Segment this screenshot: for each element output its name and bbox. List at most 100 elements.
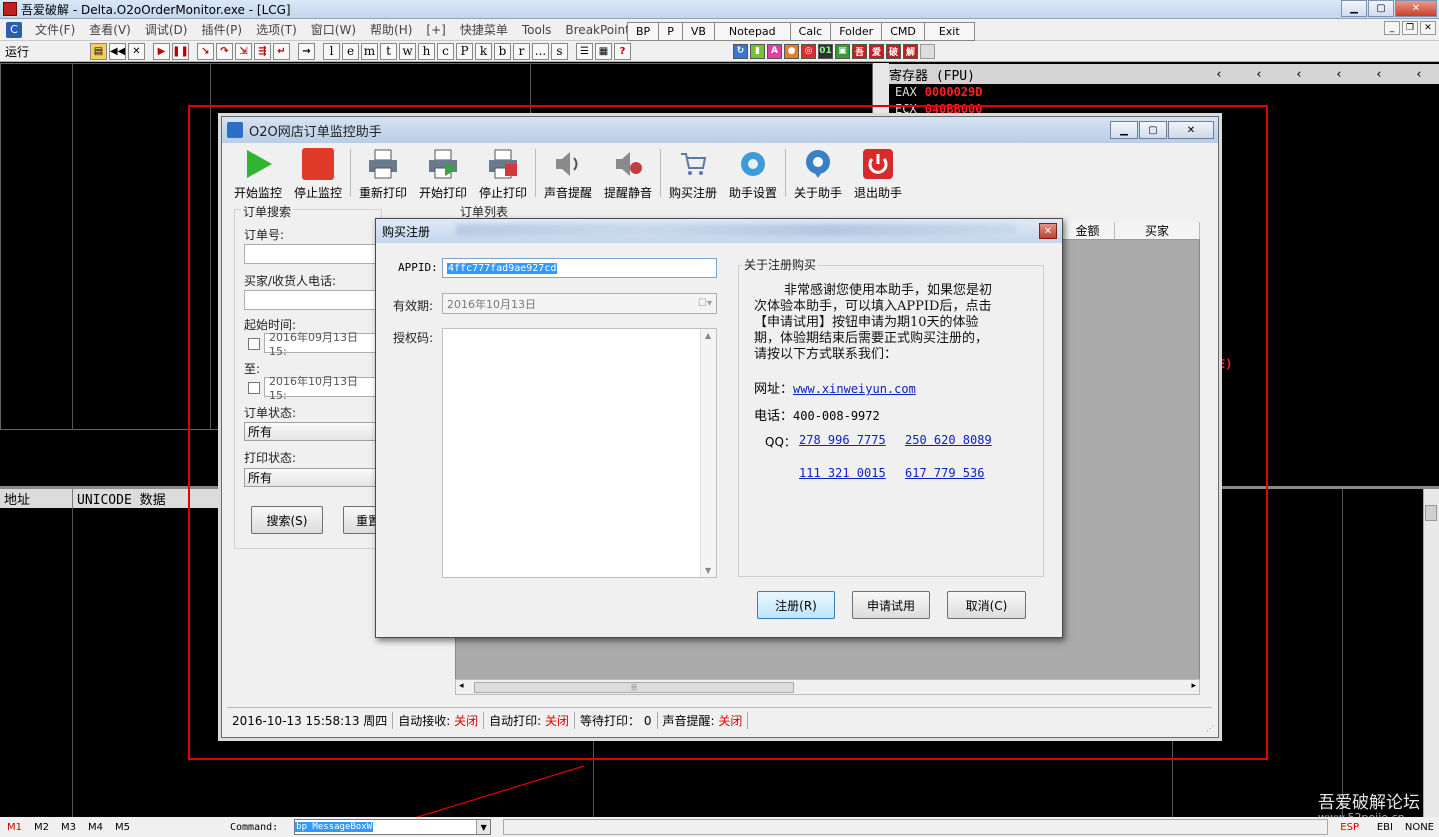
executables-button[interactable]: e (342, 42, 359, 60)
m4-button[interactable]: M4 (88, 822, 103, 833)
qq-link-1[interactable]: 278 996 7775 (799, 433, 886, 447)
reg-arrow-icon-3[interactable]: ‹ (1279, 67, 1319, 82)
refresh-plugin-icon[interactable]: ↻ (733, 43, 748, 59)
print-status-select[interactable]: 所有 (244, 468, 379, 487)
quick-calc-button[interactable]: Calc (789, 22, 832, 41)
dialog-close-button[interactable]: ✕ (1039, 223, 1057, 239)
app-minimize-button[interactable]: ▁ (1110, 121, 1138, 139)
app-maximize-button[interactable]: ▢ (1139, 121, 1167, 139)
pause-icon[interactable]: ❚❚ (172, 42, 189, 60)
grid-icon[interactable]: ▦ (595, 42, 612, 60)
handles-button[interactable]: h (418, 42, 435, 60)
sound-alert-button[interactable]: 声音提醒 (538, 145, 598, 201)
mdi-restore-button[interactable]: ❐ (1402, 21, 1418, 35)
start-time-checkbox[interactable] (248, 338, 260, 350)
quick-bp-button[interactable]: BP (627, 22, 660, 41)
quick-p-button[interactable]: P (658, 22, 683, 41)
binary-plugin-icon[interactable]: 01 (818, 43, 833, 59)
windows-button[interactable]: w (399, 42, 416, 60)
menu-options[interactable]: 选项(T) (249, 21, 304, 38)
quick-folder-button[interactable]: Folder (830, 22, 883, 41)
menu-debug[interactable]: 调试(D) (138, 21, 195, 38)
mute-alert-button[interactable]: 提醒静音 (598, 145, 658, 201)
run-trace-button[interactable]: ... (532, 42, 549, 60)
exit-assistant-button[interactable]: 退出助手 (848, 145, 908, 201)
qq-link-2[interactable]: 250 620 8089 (905, 433, 992, 447)
execute-till-return-icon[interactable]: ↵ (273, 42, 290, 60)
scroll-up-icon[interactable]: ▲ (705, 331, 711, 340)
resize-grip-icon[interactable]: ⋰ (1206, 724, 1214, 733)
m2-button[interactable]: M2 (34, 822, 49, 833)
plugin-ai-icon[interactable]: 爱 (869, 43, 884, 59)
end-time-picker[interactable]: 2016年10月13日 15: (264, 375, 379, 402)
menu-plus[interactable]: [+] (419, 23, 452, 37)
assistant-settings-button[interactable]: 助手设置 (723, 145, 783, 201)
plugin-4-icon[interactable]: ● (784, 43, 799, 59)
qq-link-3[interactable]: 111 321 0015 (799, 466, 886, 480)
appid-input[interactable]: 4ffc777fad9ae927cd (442, 258, 717, 278)
m3-button[interactable]: M3 (61, 822, 76, 833)
patches-button[interactable]: P (456, 42, 473, 60)
hscroll-thumb[interactable]: ⦙⦙⦙ (474, 682, 794, 693)
reg-arrow-icon-1[interactable]: ‹ (1199, 67, 1239, 82)
plugin-2-icon[interactable]: ▮ (750, 43, 765, 59)
source-button[interactable]: s (551, 42, 568, 60)
references-button[interactable]: r (513, 42, 530, 60)
reprint-button[interactable]: 重新打印 (353, 145, 413, 201)
plugin-jie-icon[interactable]: 解 (903, 43, 918, 59)
scroll-down-icon[interactable]: ▼ (705, 566, 711, 575)
quick-cmd-button[interactable]: CMD (881, 22, 925, 41)
breakpoints-button[interactable]: b (494, 42, 511, 60)
menu-file[interactable]: 文件(F) (28, 21, 82, 38)
goto-icon[interactable]: → (298, 42, 315, 60)
cpu-window-icon[interactable]: C (6, 21, 22, 38)
date-dropdown-icon[interactable]: ☐▾ (698, 298, 712, 309)
auth-code-textarea[interactable]: ▲ ▼ (442, 328, 717, 578)
register-ecx-row[interactable]: ECX 040BB000 (895, 102, 982, 116)
register-eax-row[interactable]: EAX 0000029D (895, 85, 982, 99)
scroll-left-icon[interactable]: ◂ (459, 681, 464, 691)
command-input[interactable]: bp MessageBoxW ▼ (294, 819, 492, 835)
reg-arrow-icon-5[interactable]: ‹ (1359, 67, 1399, 82)
m5-button[interactable]: M5 (115, 822, 130, 833)
menu-view[interactable]: 查看(V) (82, 21, 138, 38)
memory-map-button[interactable]: m (361, 42, 378, 60)
minimize-button[interactable]: ▁ (1341, 0, 1367, 17)
col-buyer[interactable]: 买家 (1115, 222, 1200, 239)
trace-over-icon[interactable]: ⇶ (254, 42, 271, 60)
reg-arrow-icon-6[interactable]: ‹ (1399, 67, 1439, 82)
mdi-minimize-button[interactable]: _ (1384, 21, 1400, 35)
register-button[interactable]: 注册(R) (757, 591, 835, 619)
rewind-icon[interactable]: ◀◀ (109, 42, 126, 60)
textarea-scrollbar[interactable]: ▲ ▼ (700, 329, 716, 577)
menu-help[interactable]: 帮助(H) (363, 21, 419, 38)
about-assistant-button[interactable]: 关于助手 (788, 145, 848, 201)
list-icon[interactable]: ☰ (576, 42, 593, 60)
reg-arrow-icon-4[interactable]: ‹ (1319, 67, 1359, 82)
maximize-button[interactable]: ▢ (1368, 0, 1394, 17)
order-no-input[interactable] (244, 244, 379, 264)
purchase-register-button[interactable]: 购买注册 (663, 145, 723, 201)
end-time-checkbox[interactable] (248, 382, 260, 394)
run-icon[interactable]: ▶ (153, 42, 170, 60)
plugin-wu-icon[interactable]: 吾 (852, 43, 867, 59)
validity-date-picker[interactable]: 2016年10月13日 ☐▾ (442, 293, 717, 314)
menu-tools[interactable]: Tools (515, 23, 559, 37)
plugin-blank-icon[interactable] (920, 43, 935, 59)
cpu-button[interactable]: c (437, 42, 454, 60)
stop-monitor-button[interactable]: 停止监控 (288, 145, 348, 201)
reg-arrow-icon-2[interactable]: ‹ (1239, 67, 1279, 82)
app-close-button[interactable]: ✕ (1168, 121, 1214, 139)
start-monitor-button[interactable]: 开始监控 (228, 145, 288, 201)
mdi-close-button[interactable]: ✕ (1420, 21, 1436, 35)
stack-scrollbar[interactable] (1423, 489, 1439, 817)
col-amount[interactable]: 金额 (1061, 222, 1115, 239)
apply-trial-button[interactable]: 申请试用 (852, 591, 930, 619)
step-over-icon[interactable]: ↷ (216, 42, 233, 60)
stack-scroll-thumb[interactable] (1425, 505, 1437, 521)
open-icon[interactable]: ▤ (90, 42, 107, 60)
close-process-icon[interactable]: ✕ (128, 42, 145, 60)
quick-notepad-button[interactable]: Notepad (713, 22, 791, 41)
close-button[interactable]: ✕ (1395, 0, 1437, 17)
start-print-button[interactable]: 开始打印 (413, 145, 473, 201)
